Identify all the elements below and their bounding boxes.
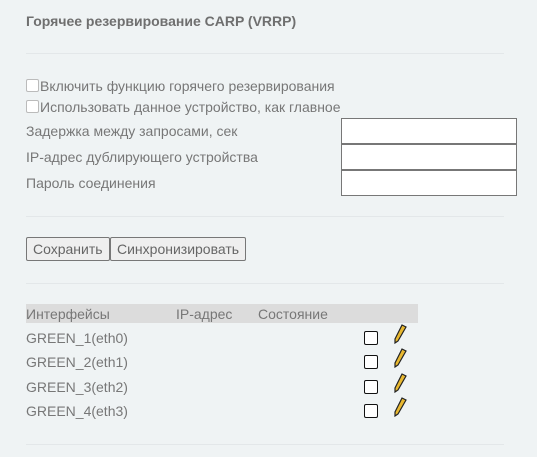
delay-input[interactable] (341, 118, 517, 144)
row-checkbox[interactable] (364, 380, 378, 394)
password-label: Пароль соединения (26, 175, 156, 191)
master-label: Использовать данное устройство, как глав… (40, 99, 341, 115)
pencil-icon[interactable] (393, 397, 407, 417)
sync-button[interactable]: Синхронизировать (110, 237, 247, 261)
password-input[interactable] (341, 170, 517, 196)
table-row-iface: GREEN_3(eth2) (26, 379, 128, 395)
enable-label: Включить функцию горячего резервирования (40, 78, 335, 94)
save-button[interactable]: Сохранить (26, 237, 110, 261)
enable-checkbox-row[interactable]: Включить функцию горячего резервирования (26, 78, 335, 94)
divider (26, 444, 504, 445)
delay-label: Задержка между запросами, сек (26, 123, 238, 139)
pencil-icon[interactable] (393, 348, 407, 368)
row-checkbox[interactable] (364, 355, 378, 369)
table-row-iface: GREEN_1(eth0) (26, 330, 128, 346)
header-interfaces: Интерфейсы (26, 306, 110, 322)
backup-ip-input[interactable] (341, 144, 517, 170)
backup-ip-label: IP-адрес дублирующего устройства (26, 149, 258, 165)
page-title: Горячее резервирование CARP (VRRP) (26, 13, 297, 29)
header-state: Состояние (258, 306, 328, 322)
pencil-icon[interactable] (393, 324, 407, 344)
pencil-icon[interactable] (393, 373, 407, 393)
table-row-iface: GREEN_4(eth3) (26, 403, 128, 419)
row-checkbox[interactable] (364, 331, 378, 345)
enable-checkbox[interactable] (26, 79, 39, 92)
master-checkbox-row[interactable]: Использовать данное устройство, как глав… (26, 99, 341, 115)
master-checkbox[interactable] (26, 100, 39, 113)
table-row-iface: GREEN_2(eth1) (26, 354, 128, 370)
divider (26, 283, 504, 284)
divider (26, 216, 504, 217)
header-ip: IP-адрес (176, 306, 233, 322)
row-checkbox[interactable] (364, 404, 378, 418)
divider (26, 53, 504, 54)
